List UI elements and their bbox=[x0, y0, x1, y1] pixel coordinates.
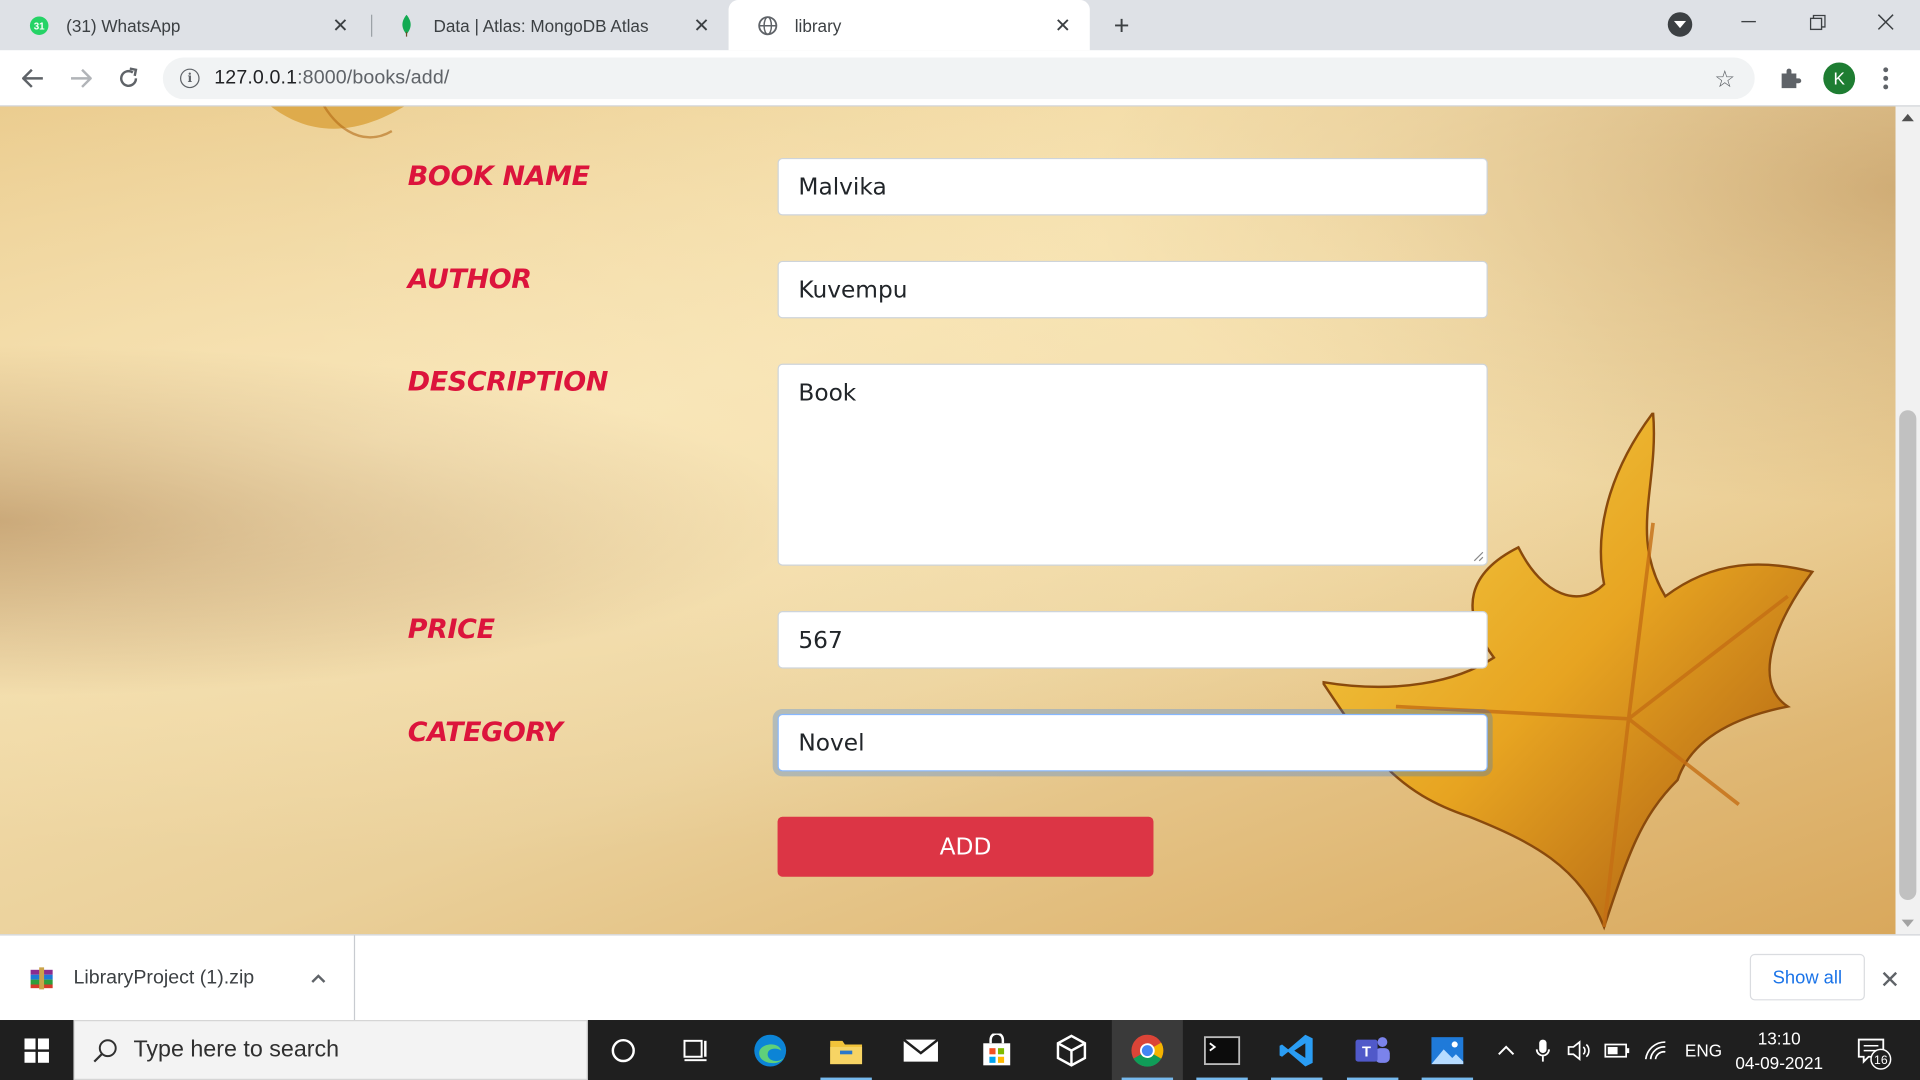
terminal-icon[interactable] bbox=[1187, 1020, 1258, 1080]
tab-strip: 31 (31) WhatsApp ✕ Data | Atlas: MongoDB… bbox=[0, 0, 1920, 51]
tab-title: library bbox=[794, 15, 842, 35]
author-label: AUTHOR bbox=[407, 264, 532, 296]
minimize-icon[interactable] bbox=[1714, 0, 1783, 44]
category-label: CATEGORY bbox=[407, 717, 563, 749]
url-text: 127.0.0.1:8000/books/add/ bbox=[214, 67, 449, 89]
microphone-icon[interactable] bbox=[1535, 1038, 1551, 1062]
profile-avatar[interactable]: K bbox=[1823, 62, 1856, 95]
url-path: :8000/books/add/ bbox=[297, 67, 450, 89]
windows-start-icon[interactable] bbox=[0, 1020, 73, 1080]
price-label: PRICE bbox=[407, 614, 495, 646]
extensions-puzzle-icon[interactable] bbox=[1778, 66, 1802, 90]
author-input[interactable]: Kuvempu bbox=[777, 260, 1488, 319]
download-bar: LibraryProject (1).zip Show all ✕ bbox=[0, 934, 1920, 1022]
svg-text:T: T bbox=[1362, 1044, 1371, 1060]
page-scrollbar[interactable] bbox=[1895, 106, 1920, 935]
tab-search-icon[interactable] bbox=[1667, 12, 1693, 37]
zip-archive-icon bbox=[30, 967, 53, 990]
resize-grip-icon[interactable] bbox=[1472, 550, 1484, 562]
info-icon[interactable]: i bbox=[180, 68, 200, 89]
tab-mongodb-atlas[interactable]: Data | Atlas: MongoDB Atlas ✕ bbox=[367, 0, 728, 50]
scrollbar-thumb[interactable] bbox=[1899, 410, 1917, 901]
mail-icon[interactable] bbox=[885, 1020, 956, 1080]
description-text: Book bbox=[798, 379, 857, 407]
description-textarea[interactable]: Book bbox=[777, 363, 1488, 566]
globe-icon bbox=[758, 15, 778, 35]
show-all-button[interactable]: Show all bbox=[1749, 953, 1865, 1001]
back-arrow-icon[interactable] bbox=[15, 60, 52, 97]
menu-kebab-icon[interactable] bbox=[1876, 62, 1896, 94]
tab-title: Data | Atlas: MongoDB Atlas bbox=[433, 15, 649, 35]
scroll-down-arrow-icon[interactable] bbox=[1901, 919, 1914, 927]
tab-library[interactable]: library ✕ bbox=[728, 0, 1090, 51]
wifi-icon[interactable] bbox=[1643, 1039, 1667, 1061]
url-host: 127.0.0.1 bbox=[214, 67, 298, 89]
search-icon bbox=[93, 1038, 117, 1062]
mongodb-leaf-icon bbox=[397, 14, 417, 37]
chevron-up-icon[interactable] bbox=[309, 969, 329, 989]
clock-time: 13:10 bbox=[1757, 1028, 1801, 1049]
close-icon[interactable]: ✕ bbox=[1051, 13, 1075, 37]
cube-app-icon[interactable] bbox=[1036, 1020, 1107, 1080]
task-view-icon[interactable] bbox=[660, 1020, 731, 1080]
scroll-up-arrow-icon[interactable] bbox=[1901, 113, 1914, 122]
close-download-bar-icon[interactable]: ✕ bbox=[1880, 965, 1901, 996]
vscode-icon[interactable] bbox=[1261, 1020, 1332, 1080]
autumn-leaf-decoration bbox=[271, 106, 405, 139]
address-bar[interactable]: i 127.0.0.1:8000/books/add/ bbox=[162, 57, 1755, 100]
chevron-up-icon[interactable] bbox=[1496, 1044, 1516, 1056]
battery-icon[interactable] bbox=[1604, 1041, 1631, 1058]
notification-count: 16 bbox=[1874, 1053, 1888, 1067]
restore-icon[interactable] bbox=[1783, 0, 1852, 44]
svg-text:31: 31 bbox=[34, 21, 45, 32]
speaker-icon[interactable] bbox=[1567, 1039, 1591, 1061]
taskbar-search-box[interactable]: Type here to search bbox=[73, 1020, 588, 1080]
tab-title: (31) WhatsApp bbox=[66, 15, 181, 35]
photos-icon[interactable] bbox=[1412, 1020, 1483, 1080]
whatsapp-icon: 31 bbox=[29, 15, 49, 35]
clock-date: 04-09-2021 bbox=[1735, 1053, 1824, 1073]
price-input[interactable]: 567 bbox=[777, 611, 1488, 669]
cortana-circle-icon[interactable] bbox=[588, 1020, 659, 1080]
reload-icon[interactable] bbox=[110, 60, 147, 97]
notification-center-icon[interactable]: 16 bbox=[1849, 1035, 1898, 1072]
microsoft-store-icon[interactable] bbox=[961, 1020, 1032, 1080]
tab-whatsapp[interactable]: 31 (31) WhatsApp ✕ bbox=[0, 0, 367, 50]
clock[interactable]: 13:10 04-09-2021 bbox=[1723, 1026, 1836, 1075]
forward-arrow-icon[interactable] bbox=[62, 60, 99, 97]
close-icon[interactable]: ✕ bbox=[689, 13, 713, 37]
bookmark-star-icon[interactable]: ☆ bbox=[1714, 66, 1735, 94]
edge-browser-icon[interactable] bbox=[735, 1020, 806, 1080]
category-input[interactable]: Novel bbox=[777, 713, 1488, 772]
language-indicator[interactable]: ENG bbox=[1685, 1040, 1722, 1060]
browser-toolbar: i 127.0.0.1:8000/books/add/ ☆ K bbox=[0, 50, 1920, 107]
file-explorer-icon[interactable] bbox=[811, 1020, 882, 1080]
book-name-input[interactable]: Malvika bbox=[777, 157, 1488, 216]
download-file-name: LibraryProject (1).zip bbox=[73, 967, 255, 989]
page-viewport: BOOK NAME Malvika AUTHOR Kuvempu DESCRIP… bbox=[0, 106, 1896, 935]
search-placeholder: Type here to search bbox=[133, 1036, 340, 1063]
new-tab-plus-icon[interactable]: + bbox=[1106, 10, 1138, 42]
download-item[interactable]: LibraryProject (1).zip bbox=[0, 935, 356, 1022]
windows-taskbar: Type here to search T ENG 13:10 04-09-20… bbox=[0, 1020, 1920, 1080]
close-icon[interactable]: ✕ bbox=[328, 13, 352, 37]
description-label: DESCRIPTION bbox=[407, 367, 609, 398]
teams-icon[interactable]: T bbox=[1337, 1020, 1408, 1080]
book-name-label: BOOK NAME bbox=[407, 161, 590, 193]
system-tray: ENG bbox=[1496, 1020, 1722, 1080]
chrome-icon[interactable] bbox=[1111, 1020, 1183, 1080]
window-close-icon[interactable] bbox=[1851, 0, 1920, 44]
add-button[interactable]: ADD bbox=[777, 816, 1154, 877]
